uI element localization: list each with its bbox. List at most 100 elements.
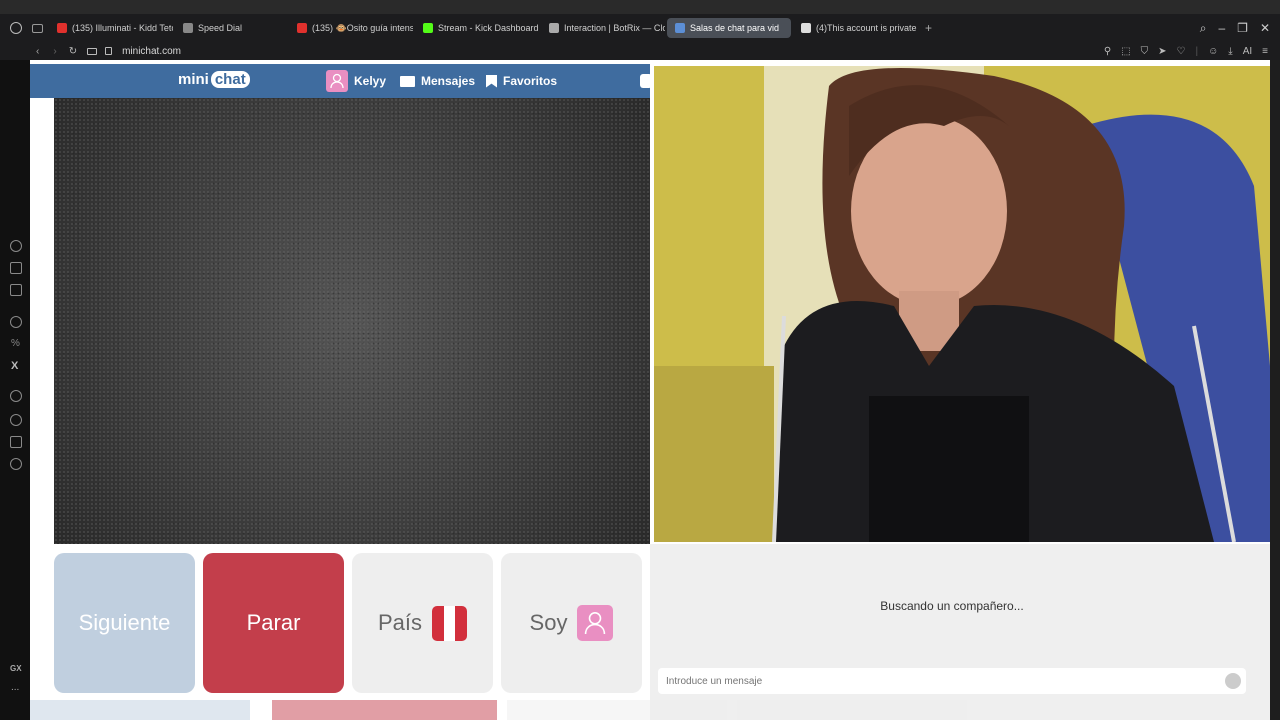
browser-tab[interactable]: (135) Illuminati - Kidd Teto (49, 18, 173, 38)
minimize-icon[interactable]: – (1218, 21, 1225, 35)
divider: | (1195, 45, 1199, 57)
logo-mini-text: mini (178, 71, 209, 88)
shield-icon[interactable]: ⛉ (1141, 46, 1149, 57)
send-icon[interactable]: ➤ (1158, 46, 1166, 57)
chatgpt-icon[interactable] (10, 316, 22, 328)
bookmark-icon (486, 74, 497, 88)
minichat-logo[interactable]: mini chat (178, 71, 250, 88)
forward-icon[interactable]: › (53, 46, 56, 57)
search-icon[interactable]: ⌕ (1200, 21, 1207, 36)
next-button[interactable]: Siguiente (54, 553, 195, 693)
address-bar: ‹ › ↻ minichat.com ⚲ ⬚ ⛉ ➤ ♡ | ☺ ⤓ AI ≡ (0, 42, 1280, 60)
new-tab-icon[interactable]: + (925, 21, 932, 35)
back-icon[interactable]: ‹ (36, 46, 39, 57)
pin-icon[interactable]: ⚲ (1104, 46, 1111, 57)
tab-label: (135) 🐵Osito guía intens (312, 22, 413, 33)
settings-icon[interactable] (10, 458, 22, 470)
female-avatar-icon (577, 605, 614, 641)
control-buttons: Siguiente Parar País Soy (54, 553, 642, 693)
logo-chat-text: chat (210, 71, 250, 88)
faded-country-button (507, 700, 727, 720)
browser-tab[interactable]: Speed Dial (175, 18, 287, 38)
restore-icon[interactable]: ❐ (1237, 21, 1248, 35)
country-label: País (377, 610, 423, 635)
nav-profile[interactable]: Kelyy (326, 70, 386, 92)
browser-tab[interactable]: (4)This account is private. (793, 18, 917, 38)
player-icon[interactable] (10, 390, 22, 402)
x-twitter-icon[interactable]: X (11, 360, 18, 372)
faded-stop-button (272, 700, 497, 720)
tab-favicon-icon (423, 23, 433, 33)
tab-favicon-icon (549, 23, 559, 33)
tab-label: Interaction | BotRix — Clo (564, 23, 665, 33)
messenger-icon[interactable] (10, 284, 22, 296)
country-button[interactable]: País (352, 553, 493, 693)
gender-button[interactable]: Soy (501, 553, 642, 693)
messages-label: Mensajes (421, 74, 476, 88)
user-name: Kelyy (354, 74, 387, 88)
percent-icon[interactable]: % (11, 338, 20, 349)
reload-icon[interactable]: ↻ (69, 46, 77, 57)
browser-tab[interactable]: Interaction | BotRix — Clo (541, 18, 665, 38)
message-input[interactable] (658, 668, 1246, 694)
menu-icon[interactable]: ≡ (1262, 46, 1268, 57)
user-avatar-icon (326, 70, 348, 92)
gender-label: Soy (529, 610, 568, 635)
chat-panel: Buscando un compañero... (650, 544, 1270, 720)
heart-icon[interactable]: ♡ (1176, 46, 1185, 57)
download-icon[interactable]: ⤓ (1228, 46, 1232, 57)
window-top-strip (0, 0, 1280, 14)
tab-label: Salas de chat para vid (690, 23, 780, 33)
profile-icon[interactable]: ☺ (1208, 46, 1218, 57)
site-header: mini chat Kelyy Mensajes Favoritos (30, 64, 652, 98)
camera-feed-image (654, 66, 1270, 542)
snapshot-icon[interactable]: ⬚ (1121, 46, 1130, 57)
nav-messages[interactable]: Mensajes (400, 74, 475, 88)
tab-label: (4)This account is private. (816, 23, 917, 33)
tab-favicon-icon (801, 23, 811, 33)
more-icon[interactable]: ... (11, 682, 19, 693)
tab-label: (135) Illuminati - Kidd Teto (72, 23, 173, 33)
tab-favicon-icon (297, 23, 307, 33)
tab-favicon-icon (675, 23, 685, 33)
next-label: Siguiente (78, 610, 171, 635)
tab-favicon-icon (183, 23, 193, 33)
minichat-page: mini chat Kelyy Mensajes Favoritos Sigui… (30, 60, 1270, 720)
tab-label: Speed Dial (198, 23, 243, 33)
gx-control-icon[interactable] (10, 240, 22, 252)
peru-flag-icon (432, 605, 468, 641)
faded-next-button (30, 700, 250, 720)
url-field[interactable]: minichat.com (122, 46, 181, 57)
favorites-label: Favoritos (503, 74, 558, 88)
browser-tab[interactable]: (135) 🐵Osito guía intens (289, 18, 413, 38)
opera-gx-menu-icon[interactable] (10, 22, 22, 34)
envelope-icon (400, 75, 415, 87)
lock-icon (105, 47, 113, 55)
stop-label: Parar (246, 610, 301, 635)
video-noise (54, 98, 650, 544)
gx-label[interactable]: GX (10, 664, 22, 673)
browser-tab[interactable]: Stream - Kick Dashboard (415, 18, 539, 38)
video-call-icon[interactable] (640, 74, 652, 88)
browser-sidebar: % X GX ... (0, 60, 30, 720)
chat-status: Buscando un compañero... (880, 599, 1024, 613)
camera-icon[interactable] (87, 47, 98, 55)
faded-gender-button (737, 700, 967, 720)
browser-tab-bar: (135) Illuminati - Kidd Teto Speed Dial (1… (0, 14, 1280, 42)
gx-corner-icon[interactable] (10, 262, 22, 274)
tab-label: Stream - Kick Dashboard (438, 23, 539, 33)
nav-favorites[interactable]: Favoritos (486, 74, 557, 88)
page-scrollbar[interactable] (1270, 60, 1280, 720)
browser-tab[interactable]: Salas de chat para vid (667, 18, 791, 38)
emoji-icon[interactable] (1225, 673, 1241, 689)
page-below-fold (30, 700, 1270, 720)
self-camera-video (654, 66, 1270, 542)
stop-button[interactable]: Parar (203, 553, 344, 693)
history-icon[interactable] (10, 414, 22, 426)
ai-button[interactable]: AI (1243, 46, 1252, 57)
tab-favicon-icon (57, 23, 67, 33)
tab-manager-icon[interactable] (32, 23, 43, 33)
partner-video-static (54, 98, 650, 544)
close-icon[interactable]: ✕ (1260, 21, 1270, 35)
extensions-icon[interactable] (10, 436, 22, 448)
